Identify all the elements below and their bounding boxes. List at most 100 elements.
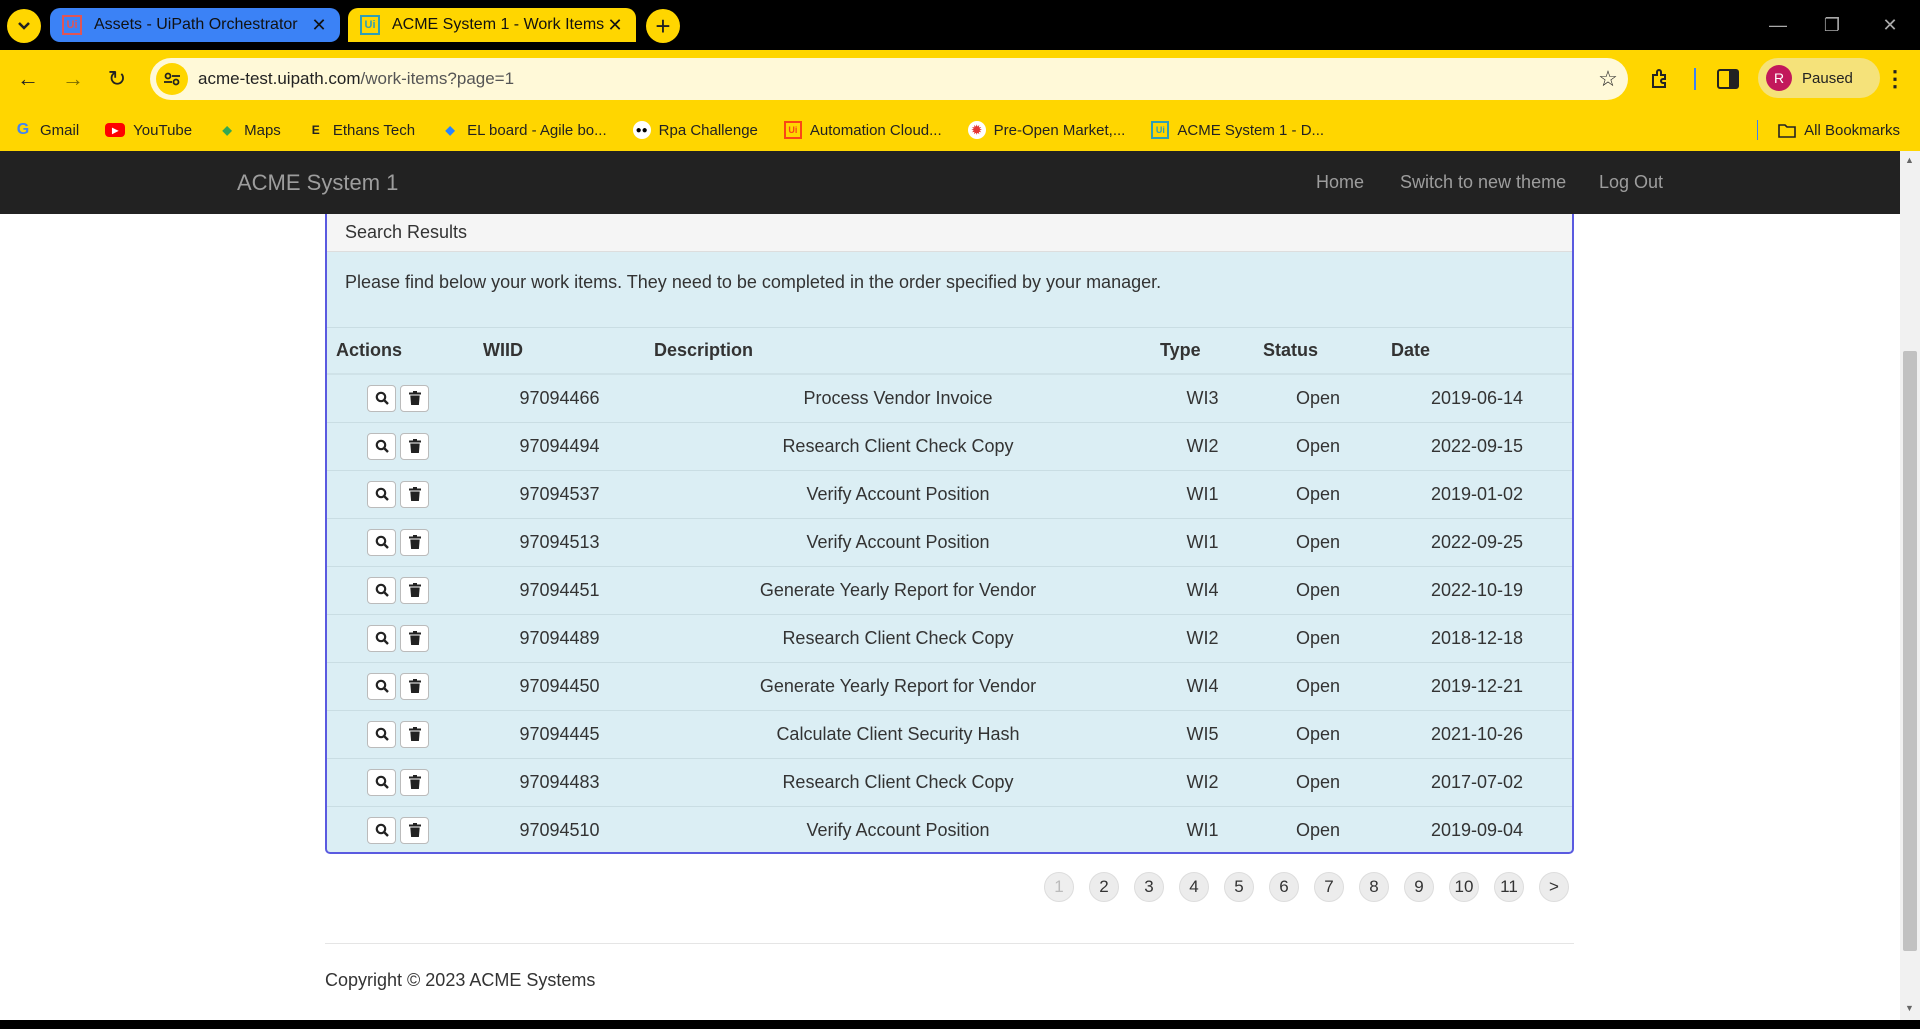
cell-description: Generate Yearly Report for Vendor: [645, 565, 1151, 614]
bookmark-el-board[interactable]: ◆ EL board - Agile bo...: [441, 121, 606, 139]
view-button[interactable]: [367, 432, 396, 460]
page-button-3[interactable]: 3: [1134, 872, 1164, 902]
back-button[interactable]: ←: [10, 62, 46, 96]
view-button[interactable]: [367, 768, 396, 796]
view-button[interactable]: [367, 384, 396, 412]
view-button[interactable]: [367, 576, 396, 604]
tab-work-items[interactable]: Ui ACME System 1 - Work Items ✕: [348, 8, 636, 42]
search-icon: [375, 679, 389, 693]
bookmark-pre-open-market[interactable]: ✹ Pre-Open Market,...: [967, 121, 1125, 139]
brand-link[interactable]: ACME System 1: [237, 170, 398, 196]
nav-home-link[interactable]: Home: [1316, 172, 1364, 193]
delete-button[interactable]: [400, 480, 429, 508]
maps-icon: ◆: [222, 123, 232, 137]
bookmark-label: Automation Cloud...: [809, 121, 942, 139]
next-page-button[interactable]: >: [1539, 872, 1569, 902]
delete-button[interactable]: [400, 624, 429, 652]
trash-icon: [408, 631, 421, 645]
view-button[interactable]: [367, 672, 396, 700]
column-header-description: Description: [645, 328, 1151, 375]
cell-type: WI1: [1151, 805, 1254, 852]
search-icon: [375, 535, 389, 549]
cell-date: 2018-12-18: [1382, 613, 1572, 662]
search-icon: [375, 727, 389, 741]
close-window-button[interactable]: ✕: [1870, 10, 1910, 40]
row-actions: [327, 661, 474, 710]
bookmark-star-icon[interactable]: ☆: [1588, 66, 1628, 92]
nav-switch-theme-link[interactable]: Switch to new theme: [1400, 172, 1566, 193]
scroll-up-icon[interactable]: ▲: [1905, 155, 1914, 165]
page-button-8[interactable]: 8: [1359, 872, 1389, 902]
all-bookmarks-button[interactable]: All Bookmarks: [1778, 121, 1900, 139]
more-vertical-icon: ⋮: [1884, 66, 1906, 91]
bookmark-acme-system[interactable]: Ui ACME System 1 - D...: [1151, 121, 1324, 139]
bookmark-rpa-challenge[interactable]: ●● Rpa Challenge: [632, 121, 758, 139]
bookmark-label: Rpa Challenge: [658, 121, 758, 139]
delete-button[interactable]: [400, 720, 429, 748]
bookmark-maps[interactable]: ◆ Maps: [218, 121, 281, 139]
address-bar[interactable]: acme-test.uipath.com/work-items?page=1 ☆: [150, 58, 1628, 100]
search-results-panel: Search Results Please find below your wo…: [325, 214, 1574, 854]
cell-wiid: 97094450: [474, 661, 645, 710]
delete-button[interactable]: [400, 384, 429, 412]
bookmark-label: YouTube: [133, 121, 193, 139]
delete-button[interactable]: [400, 672, 429, 700]
new-tab-button[interactable]: +: [646, 9, 680, 43]
close-icon[interactable]: ✕: [310, 15, 328, 36]
cell-date: 2017-07-02: [1382, 757, 1572, 806]
profile-button[interactable]: R Paused: [1758, 58, 1880, 98]
cell-description: Research Client Check Copy: [645, 421, 1151, 470]
scroll-down-icon[interactable]: ▼: [1905, 1003, 1914, 1013]
view-button[interactable]: [367, 528, 396, 556]
cell-description: Research Client Check Copy: [645, 757, 1151, 806]
footer-copyright: Copyright © 2023 ACME Systems: [325, 970, 596, 990]
nse-icon: ✹: [967, 121, 986, 139]
page-scrollbar[interactable]: ▲ ▼: [1900, 151, 1920, 1020]
cell-wiid: 97094513: [474, 517, 645, 566]
scroll-thumb[interactable]: [1903, 351, 1917, 951]
bookmark-ethans-tech[interactable]: E Ethans Tech: [307, 121, 415, 139]
site-info-icon[interactable]: [156, 63, 188, 95]
cell-status: Open: [1254, 373, 1382, 422]
page-button-5[interactable]: 5: [1224, 872, 1254, 902]
table-row: 97094450 Generate Yearly Report for Vendo…: [327, 661, 1572, 710]
search-icon: [375, 487, 389, 501]
close-icon[interactable]: ✕: [606, 15, 624, 36]
bookmark-youtube[interactable]: ▶ YouTube: [105, 122, 192, 139]
bookmark-automation-cloud[interactable]: Ui Automation Cloud...: [783, 121, 942, 139]
delete-button[interactable]: [400, 576, 429, 604]
tab-search-button[interactable]: [7, 9, 41, 43]
browser-menu-button[interactable]: ⋮: [1880, 62, 1910, 96]
cell-description: Verify Account Position: [645, 517, 1151, 566]
browser-toolbar: ← → ↻ acme-test.uipath.com/work-items?pa…: [0, 50, 1920, 158]
delete-button[interactable]: [400, 528, 429, 556]
view-button[interactable]: [367, 720, 396, 748]
delete-button[interactable]: [400, 768, 429, 796]
forward-button[interactable]: →: [55, 62, 91, 96]
page-button-9[interactable]: 9: [1404, 872, 1434, 902]
view-button[interactable]: [367, 816, 396, 844]
delete-button[interactable]: [400, 432, 429, 460]
page-button-2[interactable]: 2: [1089, 872, 1119, 902]
side-panel-icon[interactable]: [1713, 64, 1743, 94]
view-button[interactable]: [367, 480, 396, 508]
page-button-10[interactable]: 10: [1449, 872, 1479, 902]
view-button[interactable]: [367, 624, 396, 652]
page-button-7[interactable]: 7: [1314, 872, 1344, 902]
restore-button[interactable]: ❐: [1812, 10, 1852, 40]
tab-assets[interactable]: Ui Assets - UiPath Orchestrator ✕: [50, 8, 340, 42]
page-button-4[interactable]: 4: [1179, 872, 1209, 902]
bookmarks-bar: G Gmail ▶ YouTube ◆ Maps E Ethans Tech ◆…: [0, 112, 1920, 148]
minimize-icon: —: [1769, 14, 1787, 35]
extensions-icon[interactable]: [1646, 64, 1676, 94]
cell-status: Open: [1254, 421, 1382, 470]
bookmark-gmail[interactable]: G Gmail: [14, 121, 79, 139]
cell-status: Open: [1254, 661, 1382, 710]
minimize-button[interactable]: —: [1758, 10, 1798, 40]
delete-button[interactable]: [400, 816, 429, 844]
page-button-6[interactable]: 6: [1269, 872, 1299, 902]
reload-button[interactable]: ↻: [99, 62, 135, 96]
page-button-1[interactable]: 1: [1044, 872, 1074, 902]
page-button-11[interactable]: 11: [1494, 872, 1524, 902]
nav-logout-link[interactable]: Log Out: [1599, 172, 1663, 193]
